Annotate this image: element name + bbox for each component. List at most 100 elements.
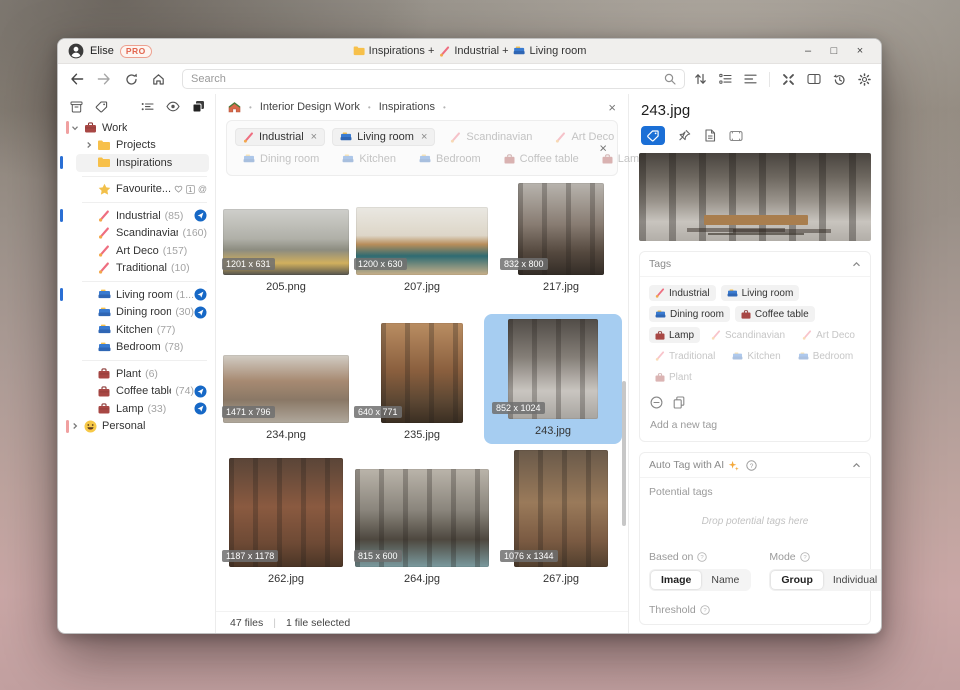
breadcrumb-close-icon[interactable]: × — [608, 100, 616, 115]
chevron-right-icon[interactable] — [68, 422, 82, 430]
sidebar-item-personal[interactable]: Personal — [58, 418, 215, 436]
filter-chip-living-room[interactable]: Living room × — [332, 128, 435, 146]
remove-tag-icon[interactable] — [650, 396, 663, 409]
chevron-down-icon[interactable] — [68, 124, 82, 132]
refresh-button[interactable] — [122, 70, 140, 88]
tag-chip-traditional[interactable]: Traditional — [649, 348, 721, 364]
archive-icon[interactable] — [70, 101, 83, 113]
collapse-chevron-icon[interactable] — [852, 261, 861, 268]
grid-item-262[interactable]: 1187 x 1178 262.jpg — [222, 458, 350, 586]
user-name[interactable]: Elise — [90, 45, 114, 57]
sidebar-item-plant[interactable]: Plant (6) — [58, 365, 215, 383]
chevron-right-icon[interactable] — [82, 141, 96, 149]
mode-individual-button[interactable]: Individual — [823, 571, 881, 589]
align-lines-icon[interactable] — [744, 73, 757, 85]
tag-chip-scandinavian[interactable]: Scandinavian — [705, 327, 791, 343]
list-view-icon[interactable] — [719, 73, 732, 85]
layers-icon[interactable] — [192, 100, 205, 113]
tag-chip-lamp[interactable]: Lamp — [649, 327, 700, 343]
scatter-icon[interactable] — [782, 73, 795, 86]
history-icon[interactable] — [833, 73, 846, 86]
help-icon[interactable]: ? — [700, 605, 710, 615]
search-input[interactable] — [191, 73, 658, 85]
eye-icon[interactable] — [166, 101, 180, 112]
tag-chip-art-deco[interactable]: Art Deco — [796, 327, 861, 343]
panel-toggle-icon[interactable] — [807, 73, 821, 85]
grid-scrollbar[interactable] — [622, 381, 626, 526]
home-button[interactable] — [149, 70, 167, 88]
document-icon[interactable] — [704, 129, 716, 142]
tag-icon[interactable] — [95, 101, 108, 113]
sidebar-item-dining-room[interactable]: Dining room (30) — [58, 304, 215, 322]
filter-chip-coffee-table[interactable]: Coffee table — [496, 150, 587, 168]
locate-target-icon[interactable] — [194, 385, 207, 398]
search-box[interactable] — [182, 69, 685, 89]
tag-chip-kitchen[interactable]: Kitchen — [726, 348, 786, 364]
sidebar-item-favourite[interactable]: Favourite... 1 @ — [58, 181, 215, 199]
filter-chip-dining-room[interactable]: Dining room — [235, 150, 327, 168]
sidebar-item-bedroom[interactable]: Bedroom (78) — [58, 339, 215, 357]
grid-item-264[interactable]: 815 x 600 264.jpg — [354, 458, 490, 586]
remove-filter-icon[interactable]: × — [311, 131, 317, 143]
filter-chip-kitchen[interactable]: Kitchen — [334, 150, 404, 168]
tag-chip-coffee-table[interactable]: Coffee table — [735, 306, 815, 322]
sidebar-item-lamp[interactable]: Lamp (33) — [58, 400, 215, 418]
sidebar-item-kitchen[interactable]: Kitchen (77) — [58, 321, 215, 339]
drop-zone[interactable]: Drop potential tags here — [649, 498, 861, 547]
filter-chip-scandinavian[interactable]: Scandinavian — [442, 128, 540, 146]
forward-button[interactable] — [95, 70, 113, 88]
grid-item-234[interactable]: 1471 x 796 234.png — [222, 318, 350, 442]
tag-chip-dining-room[interactable]: Dining room — [649, 306, 730, 322]
pin-icon[interactable] — [678, 129, 691, 142]
tags-panel-button[interactable] — [641, 126, 665, 145]
maximize-button[interactable]: □ — [823, 42, 845, 60]
sidebar-item-traditional[interactable]: Traditional (10) — [58, 260, 215, 278]
help-icon[interactable]: ? — [800, 552, 810, 562]
clear-filters-icon[interactable]: × — [599, 141, 607, 156]
sidebar-item-projects[interactable]: Projects — [58, 137, 215, 155]
close-button[interactable]: × — [849, 42, 871, 60]
locate-target-icon[interactable] — [194, 306, 207, 319]
preview-image[interactable] — [639, 153, 871, 241]
sidebar-item-scandinavian[interactable]: Scandinavian (160) — [58, 225, 215, 243]
breadcrumb-item-work[interactable]: Interior Design Work — [260, 101, 360, 113]
filter-chip-bedroom[interactable]: Bedroom — [411, 150, 489, 168]
sidebar-item-art-deco[interactable]: Art Deco (157) — [58, 242, 215, 260]
tag-chip-bedroom[interactable]: Bedroom — [792, 348, 860, 364]
grid-item-207[interactable]: 1200 x 630 207.jpg — [354, 182, 490, 294]
grid-item-217[interactable]: 832 x 800 217.jpg — [500, 176, 622, 294]
filter-chip-industrial[interactable]: Industrial × — [235, 128, 325, 146]
collapse-chevron-icon[interactable] — [852, 462, 861, 469]
sidebar-item-living-room[interactable]: Living room (1... — [58, 286, 215, 304]
frame-icon[interactable] — [729, 130, 743, 142]
grid-item-205[interactable]: 1201 x 631 205.png — [222, 182, 350, 294]
mode-group-button[interactable]: Group — [771, 571, 823, 589]
sidebar-item-industrial[interactable]: Industrial (85) — [58, 207, 215, 225]
breadcrumb-item-inspirations[interactable]: Inspirations — [379, 101, 435, 113]
locate-target-icon[interactable] — [194, 402, 207, 415]
tag-chip-industrial[interactable]: Industrial — [649, 285, 716, 301]
checklist-icon[interactable] — [141, 101, 154, 113]
based-on-name-button[interactable]: Name — [701, 571, 749, 589]
help-icon[interactable]: ? — [697, 552, 707, 562]
copy-tags-icon[interactable] — [673, 396, 685, 409]
tag-chip-plant[interactable]: Plant — [649, 369, 698, 385]
based-on-image-button[interactable]: Image — [651, 571, 701, 589]
back-button[interactable] — [68, 70, 86, 88]
minimize-button[interactable]: – — [797, 42, 819, 60]
filter-chip-art-deco[interactable]: Art Deco — [547, 128, 622, 146]
user-avatar-icon[interactable] — [68, 43, 84, 59]
locate-target-icon[interactable] — [194, 209, 207, 222]
remove-filter-icon[interactable]: × — [421, 131, 427, 143]
locate-target-icon[interactable] — [194, 288, 207, 301]
tag-chip-living-room[interactable]: Living room — [721, 285, 800, 301]
grid-item-235[interactable]: 640 x 771 235.jpg — [354, 312, 490, 442]
sidebar-item-work[interactable]: Work — [58, 119, 215, 137]
settings-gear-icon[interactable] — [858, 73, 871, 86]
grid-item-267[interactable]: 1076 x 1344 267.jpg — [500, 450, 622, 586]
home-folder-icon[interactable] — [228, 102, 241, 113]
help-icon[interactable]: ? — [746, 460, 757, 471]
add-tag-input[interactable]: Add a new tag — [649, 411, 861, 433]
sort-icon[interactable] — [694, 73, 707, 85]
sidebar-item-inspirations[interactable]: Inspirations — [58, 154, 215, 172]
